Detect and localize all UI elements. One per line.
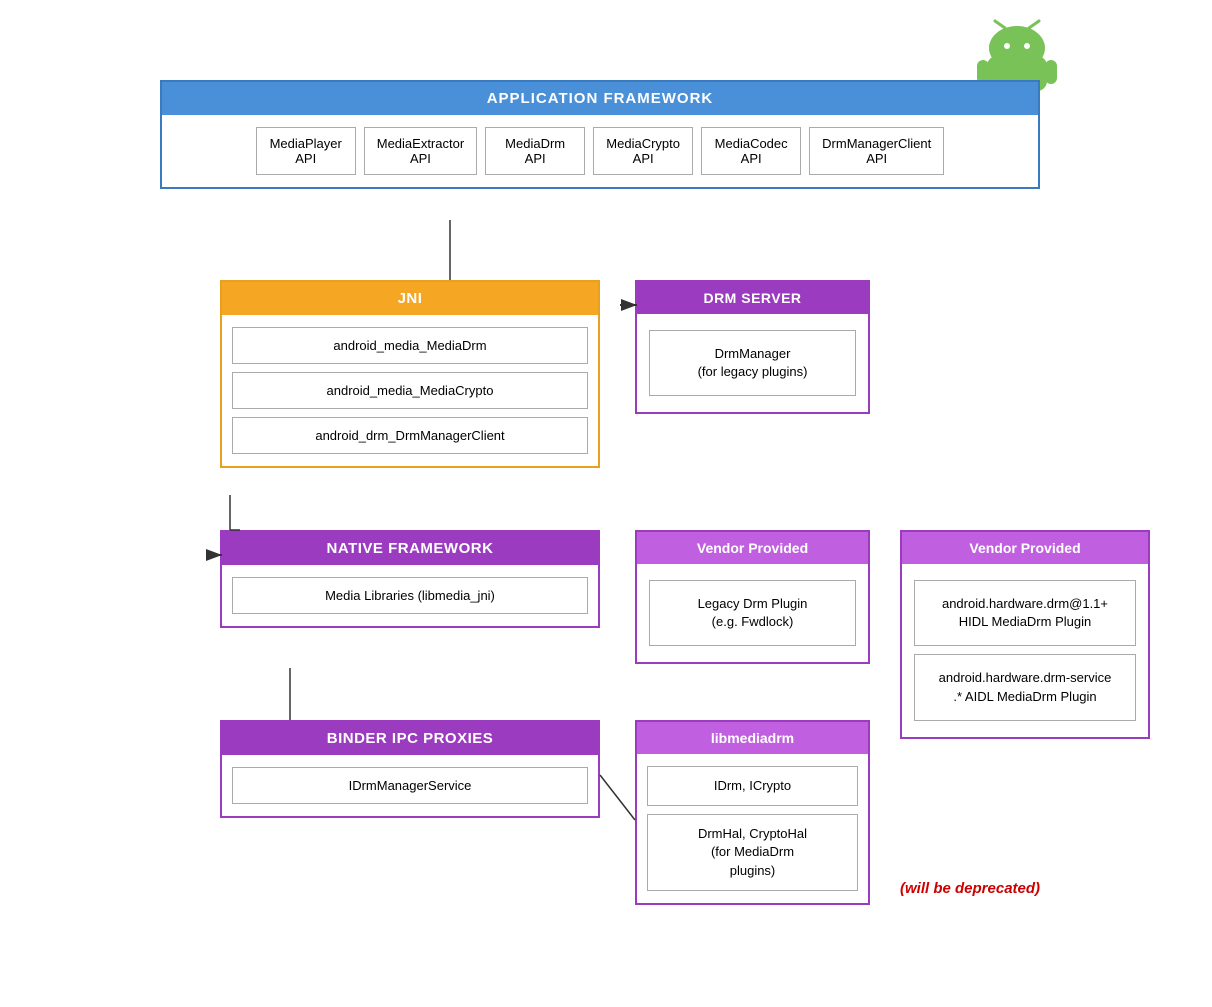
diagram-container: APPLICATION FRAMEWORK MediaPlayerAPI Med…: [0, 0, 1212, 1007]
binder-box: BINDER IPC PROXIES IDrmManagerService: [220, 720, 600, 818]
binder-header: BINDER IPC PROXIES: [222, 722, 598, 755]
libmedia-item-idrm: IDrm, ICrypto: [647, 766, 858, 806]
binder-item-idrmmanagerservice: IDrmManagerService: [232, 767, 588, 804]
drm-server-body: DrmManager(for legacy plugins): [637, 314, 868, 412]
vendor-right-box: Vendor Provided android.hardware.drm@1.1…: [900, 530, 1150, 739]
vendor-right-item-hidl: android.hardware.drm@1.1+HIDL MediaDrm P…: [914, 580, 1136, 646]
vendor-right-header: Vendor Provided: [902, 532, 1148, 564]
jni-item-drmmanagerclient: android_drm_DrmManagerClient: [232, 417, 588, 454]
native-framework-box: NATIVE FRAMEWORK Media Libraries (libmed…: [220, 530, 600, 628]
libmedia-body: IDrm, ICrypto DrmHal, CryptoHal(for Medi…: [637, 754, 868, 903]
app-framework-box: APPLICATION FRAMEWORK MediaPlayerAPI Med…: [160, 80, 1040, 189]
jni-item-mediadrm: android_media_MediaDrm: [232, 327, 588, 364]
jni-header: JNI: [222, 282, 598, 315]
native-fw-body: Media Libraries (libmedia_jni): [222, 565, 598, 626]
api-box-mediacodec: MediaCodecAPI: [701, 127, 801, 175]
binder-body: IDrmManagerService: [222, 755, 598, 816]
libmedia-item-drmhal: DrmHal, CryptoHal(for MediaDrmplugins): [647, 814, 858, 891]
drm-server-item-drmmanager: DrmManager(for legacy plugins): [649, 330, 856, 396]
vendor-left-item-legacydrm: Legacy Drm Plugin(e.g. Fwdlock): [649, 580, 856, 646]
drm-server-header: DRM SERVER: [637, 282, 868, 314]
drm-server-box: DRM SERVER DrmManager(for legacy plugins…: [635, 280, 870, 414]
app-framework-body: MediaPlayerAPI MediaExtractorAPI MediaDr…: [162, 115, 1038, 187]
app-framework-header: APPLICATION FRAMEWORK: [162, 82, 1038, 115]
libmedia-header: libmediadrm: [637, 722, 868, 754]
vendor-left-body: Legacy Drm Plugin(e.g. Fwdlock): [637, 564, 868, 662]
api-box-mediadrm: MediaDrmAPI: [485, 127, 585, 175]
deprecated-text: (will be deprecated): [900, 880, 1040, 897]
api-box-mediaextractor: MediaExtractorAPI: [364, 127, 477, 175]
jni-box: JNI android_media_MediaDrm android_media…: [220, 280, 600, 468]
vendor-left-box: Vendor Provided Legacy Drm Plugin(e.g. F…: [635, 530, 870, 664]
jni-item-mediacrypto: android_media_MediaCrypto: [232, 372, 588, 409]
native-fw-item-medialibs: Media Libraries (libmedia_jni): [232, 577, 588, 614]
native-fw-header: NATIVE FRAMEWORK: [222, 532, 598, 565]
vendor-right-item-aidl: android.hardware.drm-service.* AIDL Medi…: [914, 654, 1136, 720]
libmediadrm-box: libmediadrm IDrm, ICrypto DrmHal, Crypto…: [635, 720, 870, 905]
jni-body: android_media_MediaDrm android_media_Med…: [222, 315, 598, 466]
api-box-mediacrypto: MediaCryptoAPI: [593, 127, 693, 175]
api-box-mediaplayer: MediaPlayerAPI: [256, 127, 356, 175]
api-box-drmmanagerclient: DrmManagerClientAPI: [809, 127, 944, 175]
vendor-right-body: android.hardware.drm@1.1+HIDL MediaDrm P…: [902, 564, 1148, 737]
vendor-left-header: Vendor Provided: [637, 532, 868, 564]
